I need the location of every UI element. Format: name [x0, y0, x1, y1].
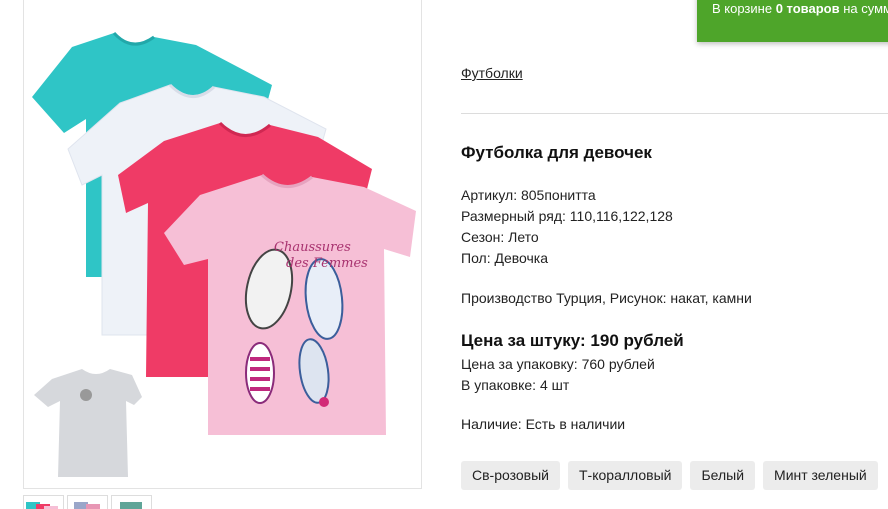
svg-text:des Femmes: des Femmes [286, 256, 368, 271]
color-option-light-pink[interactable]: Св-розовый [461, 461, 560, 490]
color-options: Св-розовый Т-коралловый Белый Минт зелен… [461, 461, 878, 490]
color-option-mint-green[interactable]: Минт зеленый [763, 461, 878, 490]
color-option-white[interactable]: Белый [690, 461, 756, 490]
color-option-dark-coral[interactable]: Т-коралловый [568, 461, 683, 490]
production-info: Производство Турция, Рисунок: накат, кам… [461, 290, 752, 306]
spec-sizes: Размерный ряд: 110,116,122,128 [461, 208, 673, 224]
product-title: Футболка для девочек [461, 143, 652, 162]
breadcrumb-category-link[interactable]: Футболки [461, 65, 523, 81]
product-specs: Артикул: 805понитта Размерный ряд: 110,1… [461, 185, 673, 269]
spec-gender: Пол: Девочка [461, 250, 549, 266]
pack-size: В упаковке: 4 шт [461, 377, 570, 393]
product-page: Chaussures des Femmes В корзине 0 товаро… [0, 0, 888, 509]
spec-article: Артикул: 805понитта [461, 187, 596, 203]
spec-season: Сезон: Лето [461, 229, 539, 245]
cart-notification[interactable]: В корзине 0 товаров на сумму [697, 0, 888, 42]
thumbnail-strip [23, 495, 152, 509]
price-per-pack: Цена за упаковку: 760 рублей [461, 356, 655, 372]
tshirts-illustration: Chaussures des Femmes [32, 31, 416, 477]
thumbnail-3[interactable] [111, 495, 152, 509]
availability-status: Наличие: Есть в наличии [461, 416, 626, 432]
cart-suffix: на сумму [843, 1, 888, 16]
svg-text:Chaussures: Chaussures [274, 240, 351, 255]
thumbnail-1[interactable] [23, 495, 64, 509]
product-image[interactable]: Chaussures des Femmes [23, 0, 422, 489]
divider [461, 113, 888, 114]
cart-count: 0 товаров [775, 1, 840, 16]
pack-pricing: Цена за упаковку: 760 рублей В упаковке:… [461, 354, 655, 396]
price-per-item: Цена за штуку: 190 рублей [461, 331, 684, 350]
cart-prefix: В корзине [712, 1, 773, 16]
thumbnail-2[interactable] [67, 495, 108, 509]
